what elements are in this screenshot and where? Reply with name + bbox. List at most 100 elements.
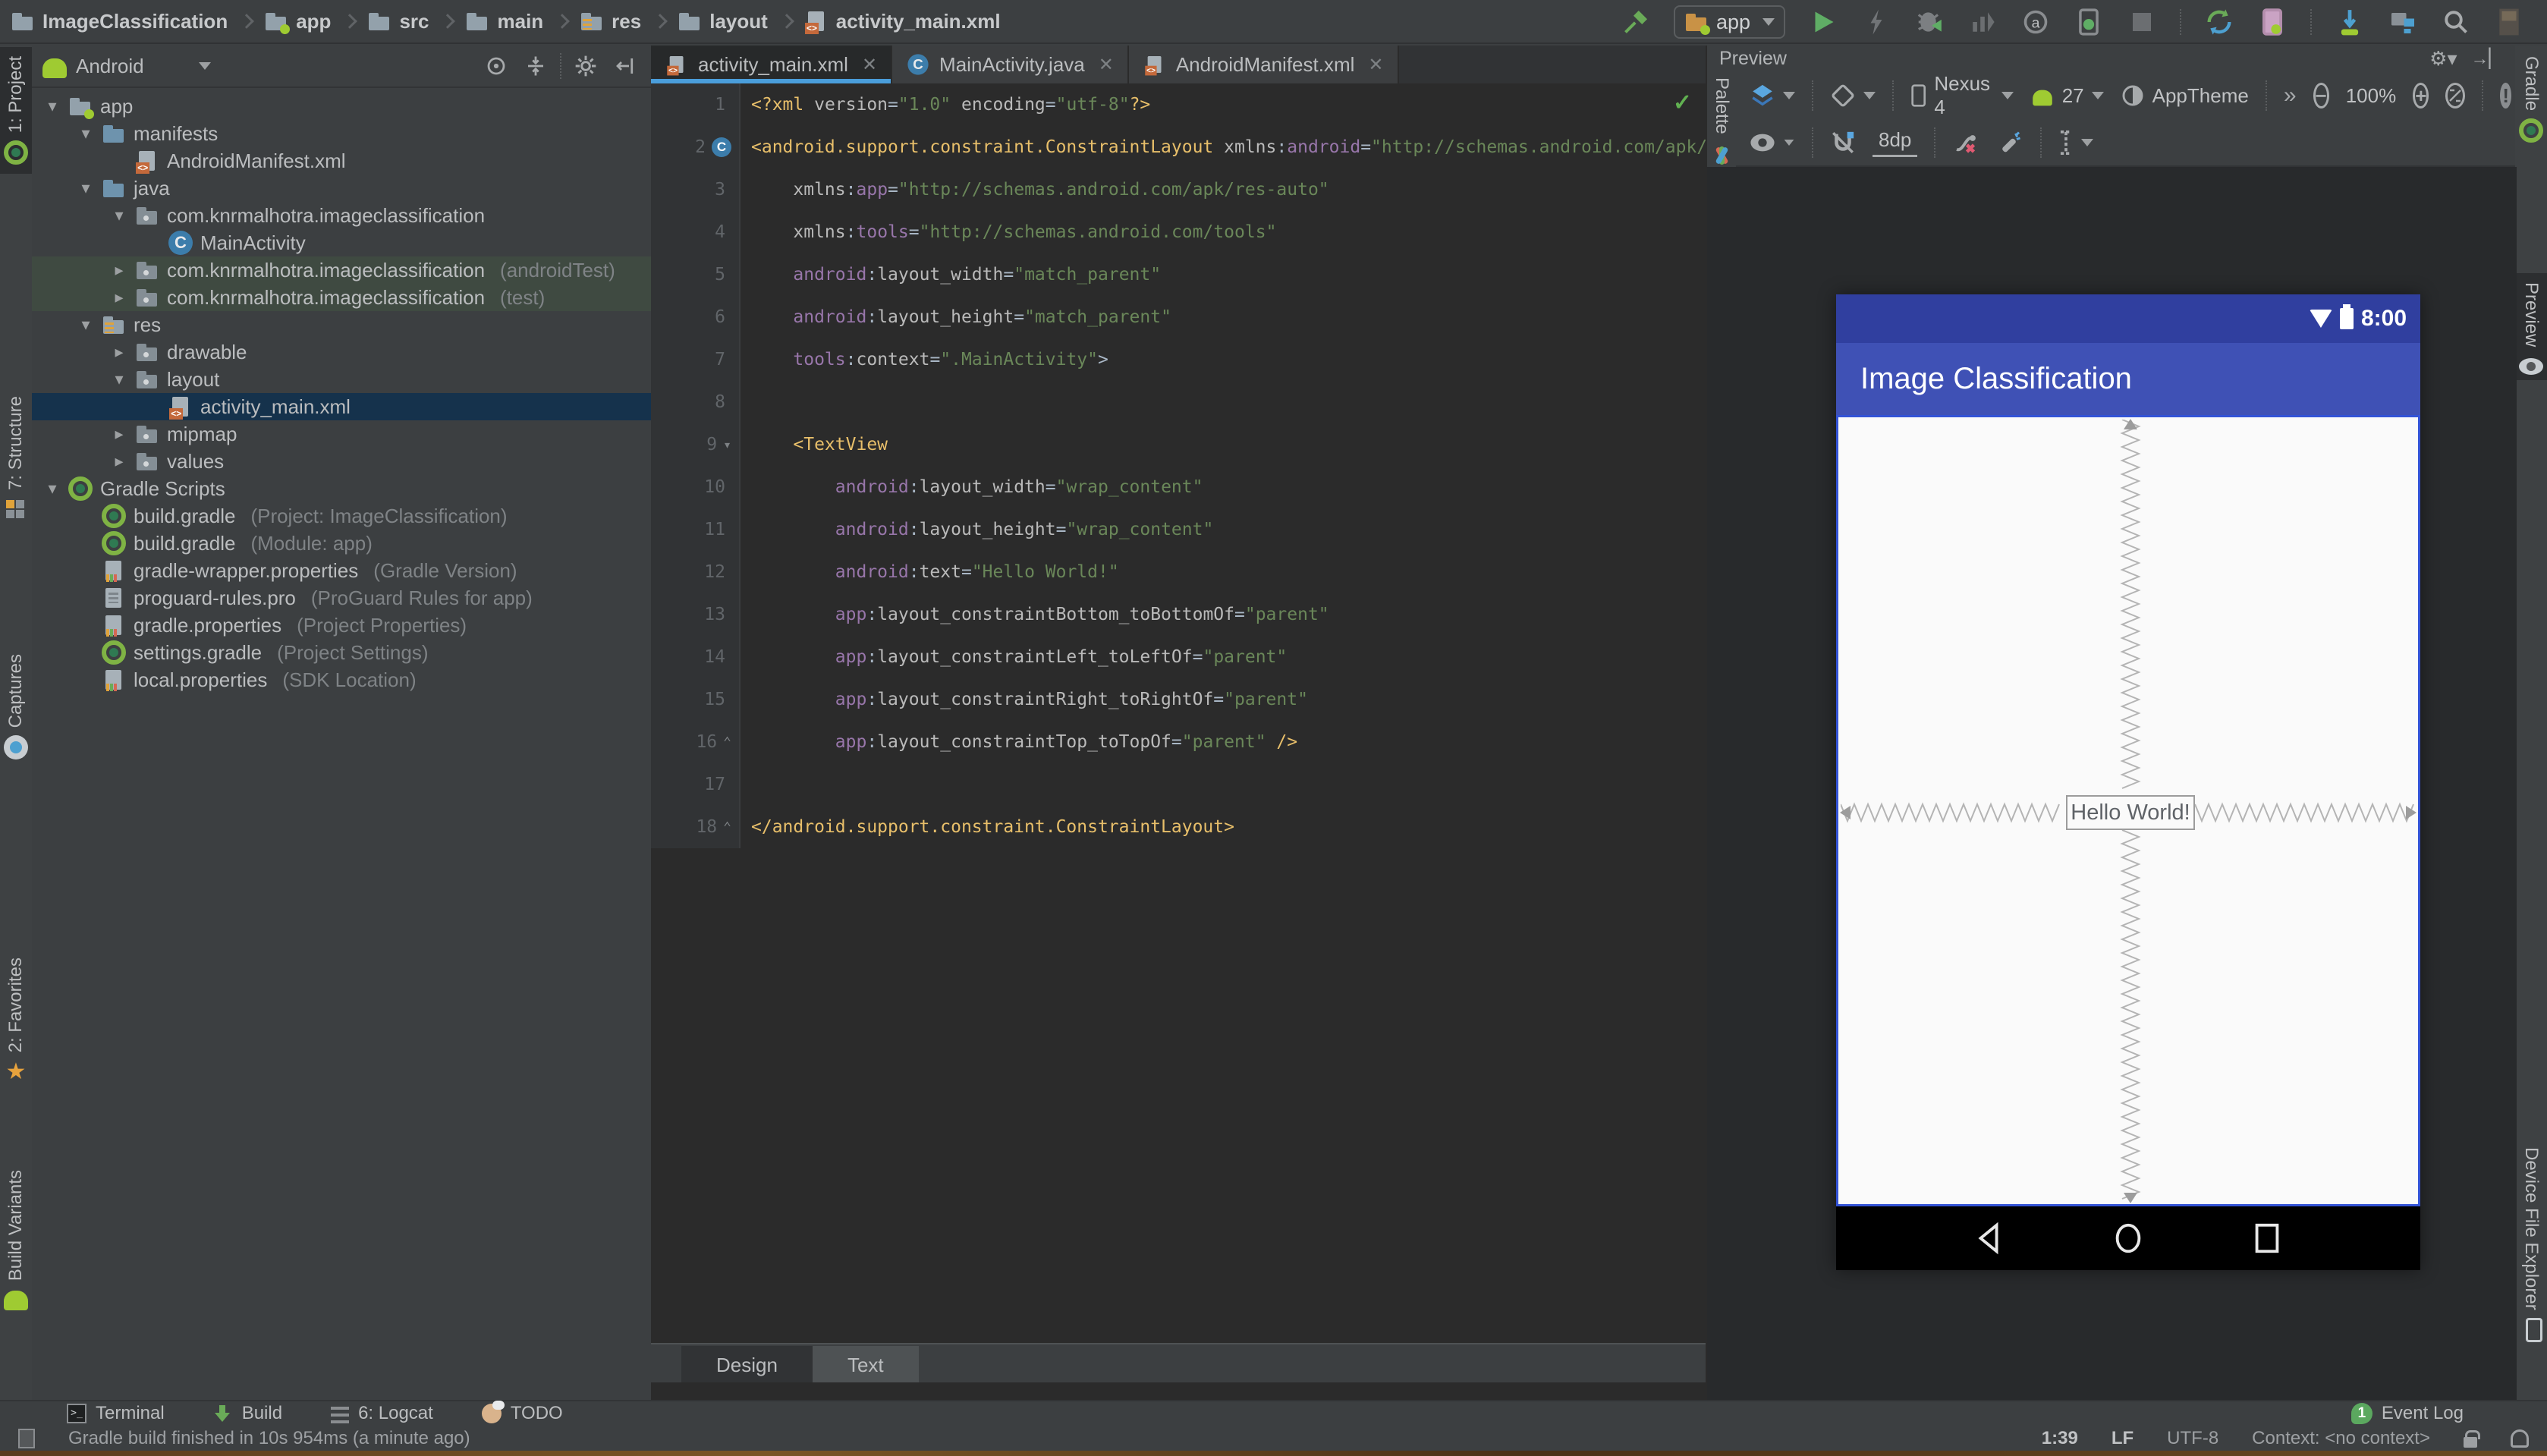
autoconnect-toggle-icon[interactable] xyxy=(1830,130,1856,156)
editor-gutter[interactable]: 11 xyxy=(651,508,741,551)
locate-file-icon[interactable] xyxy=(481,51,511,81)
editor-gutter[interactable]: 2C xyxy=(651,126,741,168)
android-profiler-icon[interactable]: a xyxy=(2020,7,2051,37)
pack-align-select[interactable] xyxy=(2058,130,2094,156)
attach-debugger-icon[interactable] xyxy=(2074,7,2104,37)
tree-row[interactable]: build.gradle (Module: app) xyxy=(32,530,651,557)
tree-row[interactable]: C MainActivity xyxy=(32,229,651,256)
warnings-errors-icon[interactable]: ! xyxy=(2500,83,2512,108)
tree-expand-icon[interactable]: ▸ xyxy=(111,288,127,307)
close-icon[interactable]: ✕ xyxy=(1099,54,1114,76)
caret-position[interactable]: 1:39 xyxy=(2042,1428,2078,1449)
close-icon[interactable]: ✕ xyxy=(862,54,877,76)
tree-row[interactable]: ▾ layout xyxy=(32,366,651,393)
tree-row[interactable]: settings.gradle (Project Settings) xyxy=(32,639,651,666)
overflow-chevron[interactable]: » xyxy=(2284,83,2297,108)
breadcrumb-item[interactable]: main xyxy=(465,9,543,33)
hello-world-textview[interactable]: Hello World! xyxy=(2066,795,2195,830)
editor-gutter[interactable]: 9 ▾ xyxy=(651,423,741,466)
recents-icon[interactable] xyxy=(2250,1221,2284,1256)
layout-inspector-thumbnail-icon[interactable] xyxy=(2494,7,2524,37)
sdk-manager-icon[interactable] xyxy=(2335,7,2365,37)
tree-row[interactable]: ▸ drawable xyxy=(32,338,651,366)
tree-row[interactable]: ▸ values xyxy=(32,448,651,475)
editor-gutter[interactable]: 13 xyxy=(651,593,741,636)
phone-preview[interactable]: 8:00 Image Classification Hello World! xyxy=(1836,294,2420,1270)
tree-row[interactable]: ▾ res xyxy=(32,311,651,338)
editor-gutter[interactable]: 18 ⌃ xyxy=(651,806,741,848)
tree-expand-icon[interactable]: ▸ xyxy=(111,424,127,444)
breadcrumb-item[interactable]: src xyxy=(367,9,429,33)
clear-constraints-icon[interactable] xyxy=(1952,129,1979,156)
collapse-all-icon[interactable] xyxy=(520,51,551,81)
tree-expand-icon[interactable]: ▾ xyxy=(77,124,94,143)
editor-gutter[interactable]: 5 xyxy=(651,253,741,296)
editor-gutter[interactable]: 6 xyxy=(651,296,741,338)
fold-marker-icon[interactable]: ⌃ xyxy=(723,734,731,750)
tree-row[interactable]: ▾ Gradle Scripts xyxy=(32,475,651,502)
editor-gutter[interactable]: 10 xyxy=(651,466,741,508)
context-indicator[interactable]: Context: <no context> xyxy=(2252,1428,2430,1449)
toolwindow-button-6-logcat[interactable]: 6: Logcat xyxy=(331,1403,433,1424)
api-level-select[interactable]: 27 xyxy=(2030,84,2104,108)
debug-button[interactable] xyxy=(1914,7,1945,37)
back-icon[interactable] xyxy=(1972,1221,2007,1256)
inspection-status-icon[interactable]: ✓ xyxy=(1673,90,1692,116)
default-margin-select[interactable]: 8dp xyxy=(1873,128,1918,157)
zoom-out-button[interactable]: − xyxy=(2313,83,2329,108)
line-separator[interactable]: LF xyxy=(2111,1428,2134,1449)
stop-button[interactable] xyxy=(2127,7,2157,37)
design-surface-select[interactable] xyxy=(1750,83,1795,108)
tree-expand-icon[interactable]: ▾ xyxy=(77,178,94,198)
readonly-lock-icon[interactable] xyxy=(2464,1429,2480,1448)
tab-text[interactable]: Text xyxy=(812,1346,919,1382)
editor-tab-MainActivity.java[interactable]: C MainActivity.java ✕ xyxy=(892,46,1129,83)
avd-manager-icon[interactable] xyxy=(2257,7,2288,37)
profile-button[interactable] xyxy=(1967,7,1998,37)
breadcrumb-item[interactable]: layout xyxy=(678,9,768,33)
tree-expand-icon[interactable]: ▸ xyxy=(111,342,127,362)
zoom-in-button[interactable]: + xyxy=(2413,83,2429,108)
hide-panel-icon[interactable]: →▏ xyxy=(2471,48,2503,70)
event-log-button[interactable]: 1 Event Log xyxy=(2350,1403,2464,1424)
tree-expand-icon[interactable]: ▾ xyxy=(111,370,127,389)
stripe-tab-2-favorites[interactable]: 2: Favorites ★ xyxy=(0,948,32,1093)
tree-expand-icon[interactable]: ▸ xyxy=(111,260,127,280)
device-file-explorer-icon[interactable] xyxy=(2388,7,2418,37)
highlighting-level-icon[interactable] xyxy=(2511,1429,2529,1448)
run-configuration-select[interactable]: app xyxy=(1673,5,1785,39)
close-icon[interactable]: ✕ xyxy=(1368,54,1383,76)
apply-changes-icon[interactable] xyxy=(1861,7,1891,37)
toolwindow-toggle-icon[interactable] xyxy=(18,1428,35,1448)
toolwindow-button-terminal[interactable]: >_ Terminal xyxy=(67,1403,165,1424)
theme-editor-icon[interactable] xyxy=(1712,146,1731,166)
phone-content-root[interactable]: Hello World! xyxy=(1836,415,2420,1206)
editor-gutter[interactable]: 8 xyxy=(651,381,741,423)
tree-row[interactable]: ▾ manifests xyxy=(32,120,651,147)
breadcrumb-item[interactable]: app xyxy=(264,9,331,34)
tree-row[interactable]: proguard-rules.pro (ProGuard Rules for ap… xyxy=(32,584,651,612)
theme-select[interactable]: AppTheme xyxy=(2121,83,2249,108)
tree-row[interactable]: <> AndroidManifest.xml xyxy=(32,147,651,175)
tree-row[interactable]: <> activity_main.xml xyxy=(32,393,651,420)
fold-marker-icon[interactable]: ⌃ xyxy=(723,819,731,835)
stripe-tab-captures[interactable]: Captures xyxy=(0,645,32,769)
editor-gutter[interactable]: 3 xyxy=(651,168,741,211)
tree-expand-icon[interactable]: ▸ xyxy=(111,451,127,471)
toolwindow-button-build[interactable]: Build xyxy=(213,1403,282,1424)
stripe-tab-gradle[interactable]: Gradle xyxy=(2515,47,2547,152)
tree-expand-icon[interactable]: ▾ xyxy=(44,479,61,498)
tree-row[interactable]: local.properties (SDK Location) xyxy=(32,666,651,693)
fold-marker-icon[interactable]: ▾ xyxy=(723,437,731,453)
context-class-badge[interactable]: C xyxy=(712,137,731,157)
project-view-selector[interactable]: Android xyxy=(76,55,144,78)
breadcrumb-item[interactable]: res xyxy=(580,9,641,33)
breadcrumb-item[interactable]: <> activity_main.xml xyxy=(804,9,1001,34)
file-encoding[interactable]: UTF-8 xyxy=(2167,1428,2218,1449)
tree-expand-icon[interactable]: ▾ xyxy=(77,315,94,335)
tree-row[interactable]: gradle-wrapper.properties (Gradle Version… xyxy=(32,557,651,584)
editor-gutter[interactable]: 16 ⌃ xyxy=(651,721,741,763)
gear-icon[interactable]: ⚙▾ xyxy=(2429,47,2457,71)
search-everywhere-icon[interactable] xyxy=(2441,7,2471,37)
editor-gutter[interactable]: 12 xyxy=(651,551,741,593)
